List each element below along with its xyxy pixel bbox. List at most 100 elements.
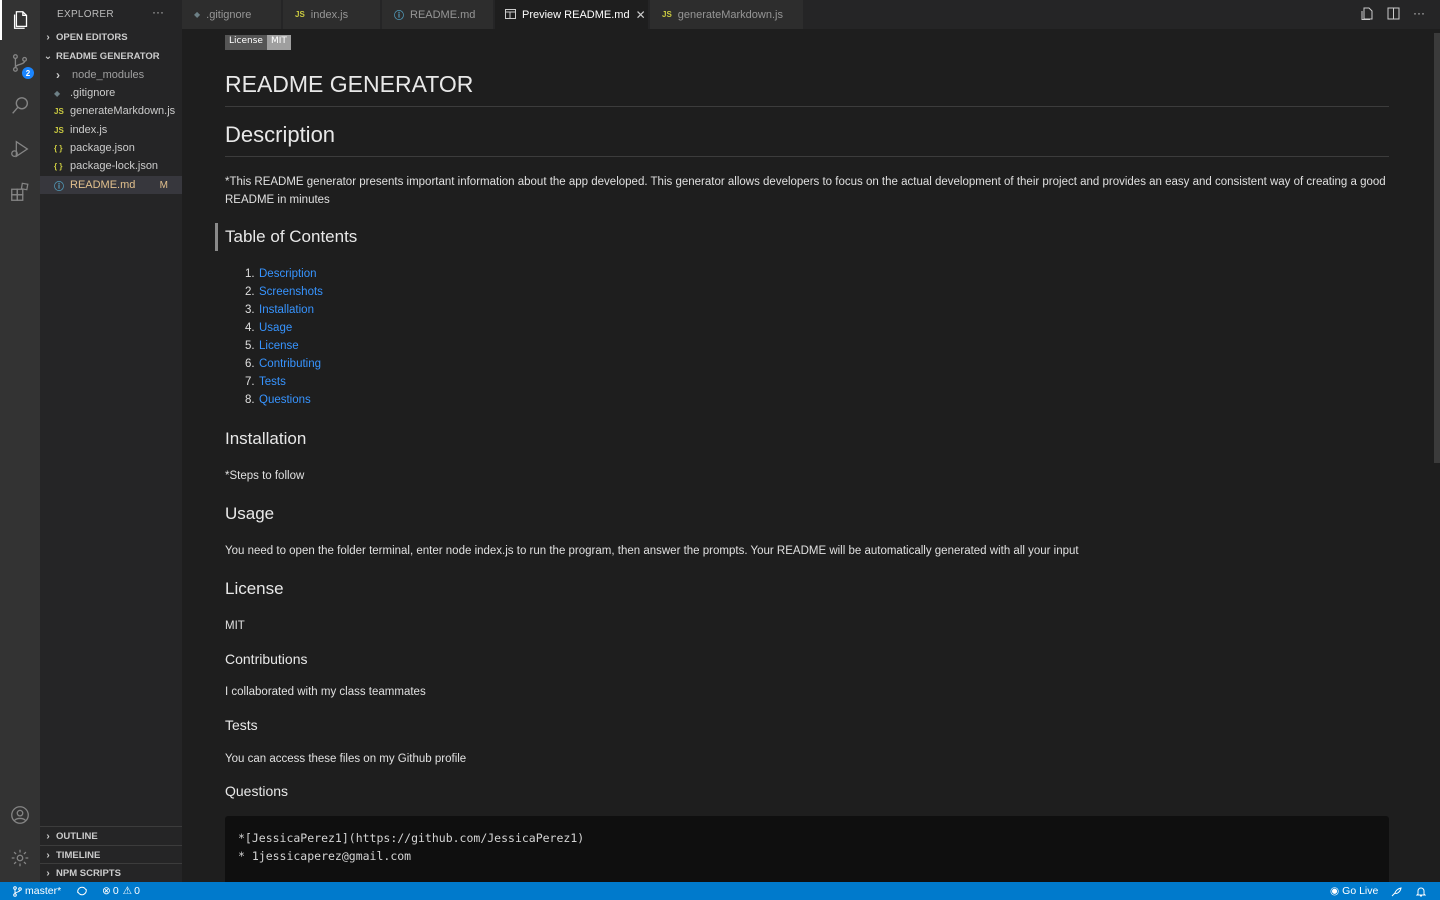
tree-item-label: node_modules xyxy=(72,69,145,81)
info-icon: ⓘ xyxy=(394,11,404,22)
open-editors-section[interactable]: › OPEN EDITORS xyxy=(40,28,182,46)
toc-item: 2. Screenshots xyxy=(245,283,323,301)
tree-item-package-lock[interactable]: { } package-lock.json xyxy=(40,157,182,175)
toc-link-usage[interactable]: Usage xyxy=(259,322,292,334)
extensions-icon[interactable] xyxy=(0,172,40,212)
problems-status[interactable]: ⊗ 0 ⚠ 0 xyxy=(102,882,140,900)
run-debug-icon[interactable] xyxy=(0,129,40,169)
json-icon: { } xyxy=(54,143,63,153)
tree-item-label: package.json xyxy=(70,142,135,154)
tab-label: index.js xyxy=(310,8,349,21)
toc-num: 8. xyxy=(245,394,255,406)
tree-item-label: .gitignore xyxy=(70,87,116,99)
git-icon: ◆ xyxy=(194,10,201,19)
tab-index-js[interactable]: JS index.js xyxy=(283,0,381,29)
toc-num: 5. xyxy=(245,340,255,352)
toc-link-description[interactable]: Description xyxy=(259,268,317,280)
sync-icon[interactable] xyxy=(76,882,88,900)
toc-item: 7. Tests xyxy=(245,373,323,391)
search-icon[interactable] xyxy=(0,86,40,126)
tree-item-generate-markdown[interactable]: JS generateMarkdown.js xyxy=(40,102,182,120)
usage-heading: Usage xyxy=(225,504,275,523)
js-icon: JS xyxy=(54,125,64,135)
tab-label: generateMarkdown.js xyxy=(677,8,783,21)
more-actions-icon[interactable]: ··· xyxy=(1412,6,1426,20)
project-label: README GENERATOR xyxy=(56,50,160,62)
installation-heading: Installation xyxy=(225,429,307,448)
license-heading: License xyxy=(225,579,284,598)
toc-link-screenshots[interactable]: Screenshots xyxy=(259,286,323,298)
json-icon: { } xyxy=(54,161,63,171)
tree-item-package-json[interactable]: { } package.json xyxy=(40,139,182,157)
go-live-button[interactable]: ◉ Go Live xyxy=(1330,882,1378,900)
toc-link-contributing[interactable]: Contributing xyxy=(259,358,321,370)
outline-section[interactable]: › OUTLINE xyxy=(40,827,182,845)
tab-preview-readme[interactable]: Preview README.md ✕ xyxy=(495,0,649,29)
notifications-bell-icon[interactable] xyxy=(1416,882,1426,900)
toc-list: 1. Description 2. Screenshots 3. Installati… xyxy=(245,265,323,409)
tree-item-label: index.js xyxy=(70,124,108,136)
source-control-icon[interactable]: 2 xyxy=(0,43,40,83)
warning-count: 0 xyxy=(134,885,140,897)
timeline-label: TIMELINE xyxy=(56,849,101,861)
tests-text: You can access these files on my Github … xyxy=(225,753,467,765)
feedback-icon[interactable] xyxy=(1391,882,1402,900)
toc-num: 2. xyxy=(245,286,255,298)
npm-scripts-section[interactable]: › NPM SCRIPTS xyxy=(40,864,182,882)
git-icon: ◆ xyxy=(54,88,61,98)
account-icon[interactable] xyxy=(0,795,40,835)
divider xyxy=(225,106,1389,107)
split-editor-icon[interactable] xyxy=(1386,6,1400,20)
modified-badge: M xyxy=(159,179,168,191)
license-badge-value: MIT xyxy=(266,35,291,50)
tab-generate-markdown[interactable]: JS generateMarkdown.js xyxy=(650,0,804,29)
toc-item: 5. License xyxy=(245,337,323,355)
open-editors-label: OPEN EDITORS xyxy=(56,31,128,43)
scrollbar[interactable] xyxy=(1434,33,1440,463)
js-icon: JS xyxy=(662,10,672,19)
tree-item-readme[interactable]: ⓘ README.md M xyxy=(40,176,182,194)
tree-item-node-modules[interactable]: › node_modules xyxy=(40,66,182,84)
editor-actions: ··· xyxy=(1360,6,1426,20)
usage-text: You need to open the folder terminal, en… xyxy=(225,545,1079,557)
toc-link-questions[interactable]: Questions xyxy=(259,394,311,406)
status-bar: master* ⊗ 0 ⚠ 0 ◉ Go Live xyxy=(0,882,1440,900)
project-section[interactable]: ⌄ README GENERATOR xyxy=(40,47,182,65)
toc-num: 6. xyxy=(245,358,255,370)
settings-gear-icon[interactable] xyxy=(0,838,40,878)
license-badge: License MIT xyxy=(225,35,291,50)
toc-link-installation[interactable]: Installation xyxy=(259,304,314,316)
tests-heading: Tests xyxy=(225,717,258,733)
tab-label: .gitignore xyxy=(206,8,252,21)
error-icon: ⊗ xyxy=(102,885,111,897)
toc-item: 4. Usage xyxy=(245,319,323,337)
broadcast-icon: ◉ xyxy=(1330,885,1340,897)
code-line: * 1jessicaperez@gmail.com xyxy=(238,849,412,863)
license-badge-label: License xyxy=(225,35,267,50)
toc-link-license[interactable]: License xyxy=(259,340,299,352)
tab-gitignore[interactable]: ◆ .gitignore xyxy=(182,0,282,29)
npm-scripts-label: NPM SCRIPTS xyxy=(56,867,121,879)
error-count: 0 xyxy=(112,885,119,897)
timeline-section[interactable]: › TIMELINE xyxy=(40,846,182,864)
warning-icon: ⚠ xyxy=(122,885,133,897)
tree-item-index-js[interactable]: JS index.js xyxy=(40,121,182,139)
tree-item-label: generateMarkdown.js xyxy=(70,105,176,117)
preview-icon xyxy=(505,8,516,21)
activity-bar: 2 xyxy=(0,0,40,882)
close-icon[interactable]: ✕ xyxy=(636,8,646,22)
divider xyxy=(225,156,1389,157)
description-text: *This README generator presents importan… xyxy=(225,176,1386,206)
branch-status[interactable]: master* xyxy=(13,882,61,900)
toc-item: 1. Description xyxy=(245,265,323,283)
toc-item: 6. Contributing xyxy=(245,355,323,373)
toc-link-tests[interactable]: Tests xyxy=(259,376,286,388)
tab-readme[interactable]: ⓘ README.md xyxy=(382,0,494,29)
tree-item-gitignore[interactable]: ◆ .gitignore xyxy=(40,84,182,102)
tree-item-label: README.md xyxy=(70,179,136,191)
chevron-down-icon: ⌄ xyxy=(43,50,53,62)
explorer-icon[interactable] xyxy=(0,0,40,40)
open-source-icon[interactable] xyxy=(1360,6,1374,20)
questions-heading: Questions xyxy=(225,783,289,799)
more-actions-icon[interactable]: ··· xyxy=(152,5,164,19)
